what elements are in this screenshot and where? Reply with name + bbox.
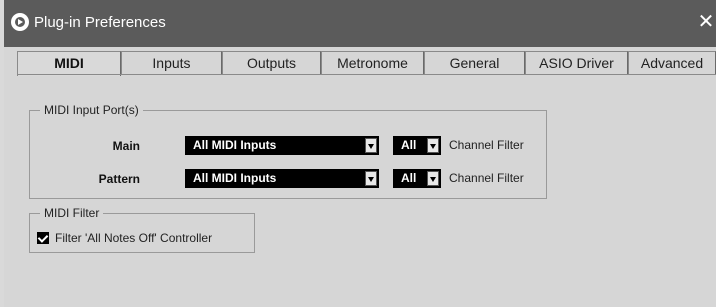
tab-advanced[interactable]: Advanced xyxy=(628,51,716,75)
chevron-down-icon xyxy=(427,138,439,153)
main-channel-dropdown[interactable]: All xyxy=(393,136,441,155)
main-midi-input-dropdown[interactable]: All MIDI Inputs xyxy=(185,136,379,155)
main-midi-input-value: All MIDI Inputs xyxy=(193,138,277,152)
pattern-label: Pattern xyxy=(98,172,140,186)
tab-general[interactable]: General xyxy=(424,51,525,75)
app-logo-icon xyxy=(11,13,29,31)
window-title: Plug-in Preferences xyxy=(34,14,166,31)
midi-filter-group: MIDI Filter Filter 'All Notes Off' Contr… xyxy=(29,205,255,253)
pattern-midi-input-value: All MIDI Inputs xyxy=(193,171,277,185)
midi-filter-label: MIDI Filter xyxy=(40,205,104,221)
pattern-channel-dropdown[interactable]: All xyxy=(393,169,441,188)
pattern-channel-filter-label: Channel Filter xyxy=(449,171,524,185)
main-channel-filter-label: Channel Filter xyxy=(449,138,524,152)
tab-midi[interactable]: MIDI xyxy=(17,51,121,76)
close-button[interactable]: ✕ xyxy=(696,10,716,34)
midi-input-ports-group: MIDI Input Port(s) Main All MIDI Inputs … xyxy=(29,102,547,199)
title-bar[interactable]: Plug-in Preferences ✕ xyxy=(4,0,716,47)
tab-content-border xyxy=(17,74,716,75)
tab-asio-driver[interactable]: ASIO Driver xyxy=(525,51,628,75)
chevron-down-icon xyxy=(365,171,377,186)
filter-all-notes-off-label[interactable]: Filter 'All Notes Off' Controller xyxy=(55,230,212,246)
pattern-channel-value: All xyxy=(401,171,417,185)
plugin-preferences-window: Plug-in Preferences ✕ MIDI Inputs Output… xyxy=(4,0,716,307)
midi-input-ports-label: MIDI Input Port(s) xyxy=(40,102,143,118)
pattern-midi-input-dropdown[interactable]: All MIDI Inputs xyxy=(185,169,379,188)
tab-outputs[interactable]: Outputs xyxy=(222,51,321,75)
chevron-down-icon xyxy=(365,138,377,153)
filter-all-notes-off-checkbox[interactable] xyxy=(37,232,49,244)
main-channel-value: All xyxy=(401,138,417,152)
tab-metronome[interactable]: Metronome xyxy=(321,51,424,75)
tab-inputs[interactable]: Inputs xyxy=(121,51,222,75)
tab-bar: MIDI Inputs Outputs Metronome General AS… xyxy=(17,51,716,76)
chevron-down-icon xyxy=(427,171,439,186)
main-label: Main xyxy=(112,139,140,153)
